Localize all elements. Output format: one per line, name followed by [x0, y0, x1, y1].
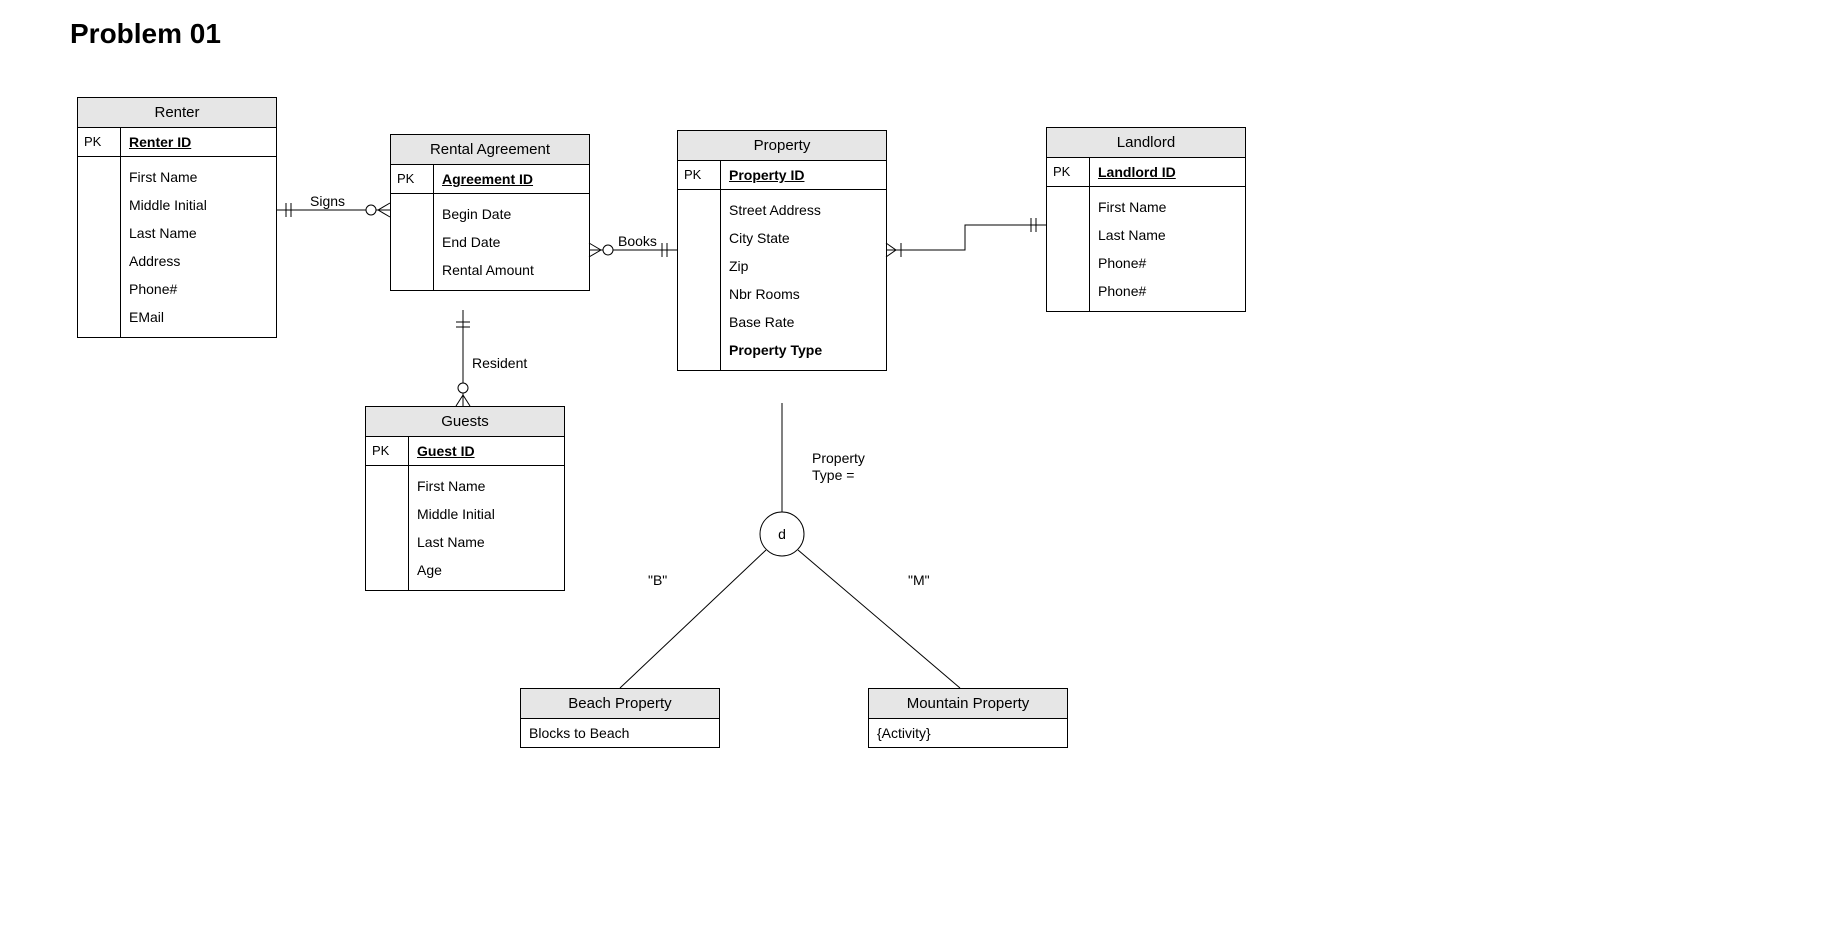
discriminator-label-line1: Property	[812, 450, 865, 466]
entity-renter-attr: Address	[129, 247, 270, 275]
entity-agreement-header: Rental Agreement	[391, 135, 589, 165]
entity-agreement-pk-name: Agreement ID	[434, 165, 589, 193]
entity-agreement-attr: End Date	[442, 228, 583, 256]
entity-landlord: Landlord PK Landlord ID First Name Last …	[1046, 127, 1246, 312]
page-title: Problem 01	[70, 18, 221, 50]
entity-guests-attr: Middle Initial	[417, 500, 558, 528]
entity-renter-attr-gutter	[78, 157, 121, 337]
subtype-b-label: "B"	[648, 572, 667, 588]
entity-property-attr-bold: Property Type	[729, 336, 880, 364]
subtype-mountain-header: Mountain Property	[869, 689, 1067, 719]
specialization: d Property Type = "B" "M"	[620, 403, 960, 688]
entity-agreement-attr: Rental Amount	[442, 256, 583, 284]
entity-property-attr: Zip	[729, 252, 880, 280]
entity-landlord-attr: Phone#	[1098, 249, 1239, 277]
subtype-beach-attr: Blocks to Beach	[521, 719, 719, 747]
entity-guests-attr: Last Name	[417, 528, 558, 556]
entity-guests-header: Guests	[366, 407, 564, 437]
entity-landlord-attr-gutter	[1047, 187, 1090, 311]
subtype-mountain-attr: {Activity}	[869, 719, 1067, 747]
entity-guests-attr: Age	[417, 556, 558, 584]
entity-landlord-header: Landlord	[1047, 128, 1245, 158]
entity-renter-attr: Last Name	[129, 219, 270, 247]
rel-signs: Signs	[276, 193, 390, 217]
entity-guests-pk-label: PK	[366, 437, 409, 465]
entity-renter-header: Renter	[78, 98, 276, 128]
entity-renter-attr: First Name	[129, 163, 270, 191]
entity-property-pk-name: Property ID	[721, 161, 886, 189]
entity-renter-pk-label: PK	[78, 128, 121, 156]
subtype-beach-header: Beach Property	[521, 689, 719, 719]
entity-agreement-attr: Begin Date	[442, 200, 583, 228]
entity-property-attr: Street Address	[729, 196, 880, 224]
d-symbol: d	[778, 526, 786, 542]
entity-agreement: Rental Agreement PK Agreement ID Begin D…	[390, 134, 590, 291]
entity-renter-attr: Middle Initial	[129, 191, 270, 219]
entity-property-header: Property	[678, 131, 886, 161]
entity-guests-attr: First Name	[417, 472, 558, 500]
rel-resident-label: Resident	[472, 355, 527, 371]
subtype-beach: Beach Property Blocks to Beach	[520, 688, 720, 748]
entity-guests: Guests PK Guest ID First Name Middle Ini…	[365, 406, 565, 591]
entity-renter-pk-name: Renter ID	[121, 128, 276, 156]
entity-agreement-pk-label: PK	[391, 165, 434, 193]
entity-renter: Renter PK Renter ID First Name Middle In…	[77, 97, 277, 338]
entity-landlord-attr: Last Name	[1098, 221, 1239, 249]
rel-signs-label: Signs	[310, 193, 345, 209]
entity-renter-attr: EMail	[129, 303, 270, 331]
rel-resident: Resident	[456, 310, 527, 406]
discriminator-label-line2: Type =	[812, 467, 854, 483]
rel-books-label: Books	[618, 233, 657, 249]
entity-landlord-pk-name: Landlord ID	[1090, 158, 1245, 186]
entity-landlord-attr: Phone#	[1098, 277, 1239, 305]
diagram-canvas: Problem 01 Renter PK Renter ID First Nam…	[0, 0, 1830, 946]
entity-property-attr: Base Rate	[729, 308, 880, 336]
entity-renter-attr: Phone#	[129, 275, 270, 303]
entity-property-pk-label: PK	[678, 161, 721, 189]
entity-property-attr: Nbr Rooms	[729, 280, 880, 308]
entity-agreement-attr-gutter	[391, 194, 434, 290]
entity-landlord-attr: First Name	[1098, 193, 1239, 221]
rel-property-landlord	[886, 218, 1046, 257]
subtype-mountain: Mountain Property {Activity}	[868, 688, 1068, 748]
subtype-m-label: "M"	[908, 572, 930, 588]
entity-property: Property PK Property ID Street Address C…	[677, 130, 887, 371]
entity-guests-attr-gutter	[366, 466, 409, 590]
entity-landlord-pk-label: PK	[1047, 158, 1090, 186]
entity-property-attr: City State	[729, 224, 880, 252]
entity-guests-pk-name: Guest ID	[409, 437, 564, 465]
rel-books: Books	[589, 233, 677, 257]
entity-property-attr-gutter	[678, 190, 721, 370]
